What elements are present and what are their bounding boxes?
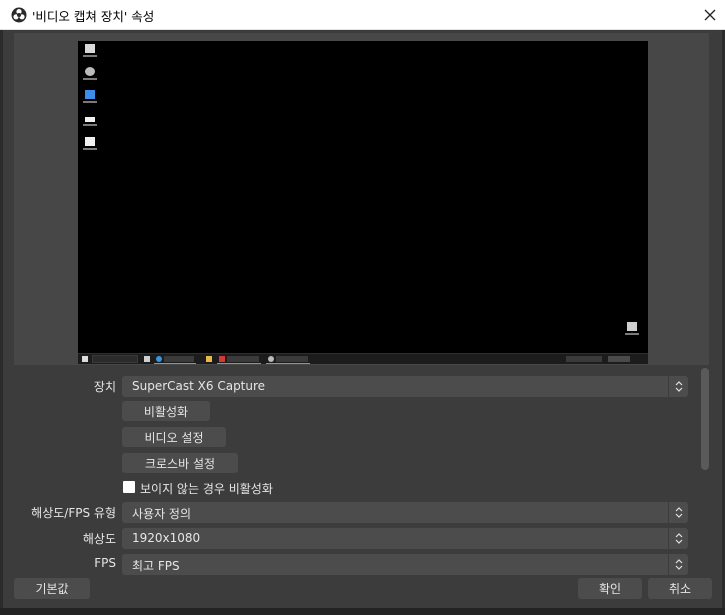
updown-arrow-icon [668, 376, 688, 397]
crossbar-settings-button[interactable]: 크로스바 설정 [122, 453, 238, 473]
taskbar-window [164, 356, 194, 362]
desktop-icon [82, 137, 98, 150]
defaults-button[interactable]: 기본값 [14, 578, 90, 599]
resolution-select[interactable]: 1920x1080 [122, 528, 688, 549]
updown-arrow-icon [668, 554, 688, 575]
fps-value: 최고 FPS [132, 559, 180, 573]
active-indicator [217, 363, 261, 364]
device-select[interactable]: SuperCast X6 Capture [122, 376, 688, 397]
video-settings-button[interactable]: 비디오 설정 [122, 427, 226, 447]
resolution-fps-type-value: 사용자 정의 [132, 507, 192, 521]
obs-logo-icon [11, 7, 27, 23]
updown-arrow-icon [668, 502, 688, 523]
app-icon [219, 356, 225, 362]
close-button[interactable] [695, 0, 725, 29]
desktop-icon [82, 90, 98, 103]
fps-label: FPS [94, 556, 116, 570]
cancel-button[interactable]: 취소 [648, 578, 712, 599]
desktop-icon [82, 114, 98, 126]
clock [608, 356, 630, 362]
ok-button[interactable]: 확인 [578, 578, 642, 599]
preview-taskbar [78, 353, 648, 364]
obs-icon [268, 356, 274, 362]
device-label: 장치 [93, 380, 116, 394]
system-tray [566, 356, 602, 362]
preview-panel [14, 33, 709, 365]
device-value: SuperCast X6 Capture [132, 379, 266, 393]
fps-select[interactable]: 최고 FPS [122, 554, 688, 575]
properties-scrollbar[interactable] [701, 368, 709, 470]
resolution-fps-type-label: 해상도/FPS 유형 [31, 506, 116, 520]
background-window-edge [0, 608, 725, 615]
desktop-icon [82, 67, 98, 80]
active-indicator [266, 363, 310, 364]
title-bar: '비디오 캡쳐 장치' 속성 [0, 0, 725, 30]
deactivate-button[interactable]: 비활성화 [122, 401, 210, 421]
active-indicator [154, 363, 196, 364]
deactivate-when-hidden-label: 보이지 않는 경우 비활성화 [140, 482, 273, 496]
window-title: '비디오 캡쳐 장치' 속성 [32, 9, 155, 24]
search-box [92, 355, 138, 363]
resolution-label: 해상도 [82, 532, 116, 546]
close-icon [704, 9, 716, 20]
deactivate-when-hidden-checkbox[interactable] [123, 481, 135, 493]
desktop-icon [82, 44, 98, 57]
updown-arrow-icon [668, 528, 688, 549]
taskbar-window [276, 356, 308, 362]
taskview-icon [144, 356, 150, 362]
start-icon [82, 356, 88, 362]
edge-browser-icon [156, 356, 162, 362]
properties-dialog: 장치 SuperCast X6 Capture 비활성화 비디오 설정 크로스바… [3, 30, 722, 608]
file-explorer-icon [206, 356, 212, 362]
taskbar-window [227, 356, 259, 362]
recycle-bin-icon [624, 322, 640, 335]
capture-preview [78, 41, 648, 364]
resolution-fps-type-select[interactable]: 사용자 정의 [122, 502, 688, 523]
resolution-value: 1920x1080 [132, 531, 201, 545]
